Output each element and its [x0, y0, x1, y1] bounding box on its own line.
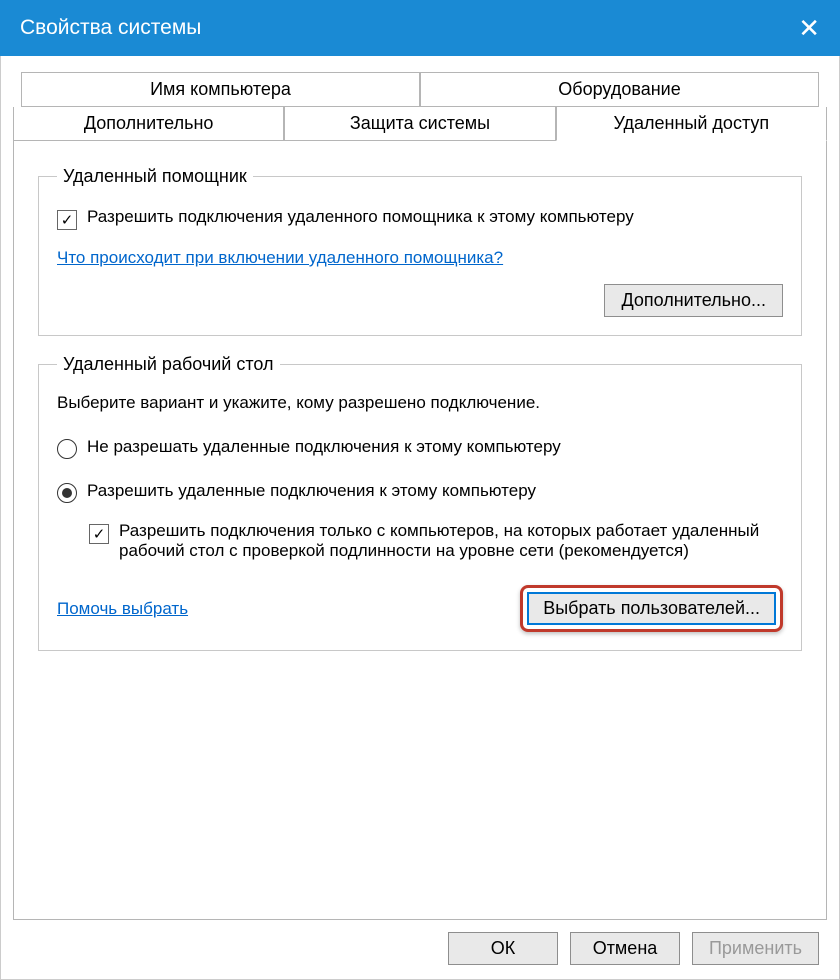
- checkbox-nla[interactable]: ✓: [89, 524, 109, 544]
- radio-disallow-remote[interactable]: [57, 439, 77, 459]
- tab-advanced[interactable]: Дополнительно: [13, 107, 284, 141]
- dialog-button-row: ОК Отмена Применить: [448, 932, 819, 965]
- checkbox-allow-remote-assist-label: Разрешить подключения удаленного помощни…: [87, 207, 634, 227]
- dialog-body: Имя компьютера Оборудование Дополнительн…: [0, 56, 840, 980]
- link-help-choose[interactable]: Помочь выбрать: [57, 599, 188, 619]
- titlebar: Свойства системы ✕: [0, 0, 840, 56]
- close-icon[interactable]: ✕: [798, 13, 820, 44]
- button-apply[interactable]: Применить: [692, 932, 819, 965]
- radio-allow-remote-label: Разрешить удаленные подключения к этому …: [87, 481, 536, 501]
- tab-panel-remote: Удаленный помощник ✓ Разрешить подключен…: [13, 140, 827, 920]
- group-remote-assistance: Удаленный помощник ✓ Разрешить подключен…: [38, 166, 802, 336]
- highlight-select-users: Выбрать пользователей...: [520, 585, 783, 632]
- radio-disallow-remote-label: Не разрешать удаленные подключения к это…: [87, 437, 561, 457]
- tab-container: Имя компьютера Оборудование Дополнительн…: [13, 72, 827, 141]
- tab-computer-name[interactable]: Имя компьютера: [21, 72, 420, 107]
- checkbox-nla-label: Разрешить подключения только с компьютер…: [119, 521, 783, 561]
- button-ok[interactable]: ОК: [448, 932, 558, 965]
- link-remote-assist-help[interactable]: Что происходит при включении удаленного …: [57, 248, 503, 268]
- group-remote-desktop-legend: Удаленный рабочий стол: [57, 354, 280, 375]
- tab-hardware[interactable]: Оборудование: [420, 72, 819, 107]
- tab-remote[interactable]: Удаленный доступ: [556, 107, 827, 141]
- button-remote-assist-advanced[interactable]: Дополнительно...: [604, 284, 783, 317]
- group-remote-desktop: Удаленный рабочий стол Выберите вариант …: [38, 354, 802, 651]
- tab-row-top: Имя компьютера Оборудование: [21, 72, 819, 107]
- button-select-users[interactable]: Выбрать пользователей...: [527, 592, 776, 625]
- tab-row-bottom: Дополнительно Защита системы Удаленный д…: [13, 107, 827, 141]
- window-title: Свойства системы: [20, 16, 201, 40]
- group-remote-assistance-legend: Удаленный помощник: [57, 166, 253, 187]
- tab-protection[interactable]: Защита системы: [284, 107, 555, 141]
- checkbox-allow-remote-assist[interactable]: ✓: [57, 210, 77, 230]
- remote-desktop-prompt: Выберите вариант и укажите, кому разреше…: [57, 393, 783, 413]
- button-cancel[interactable]: Отмена: [570, 932, 680, 965]
- radio-allow-remote[interactable]: [57, 483, 77, 503]
